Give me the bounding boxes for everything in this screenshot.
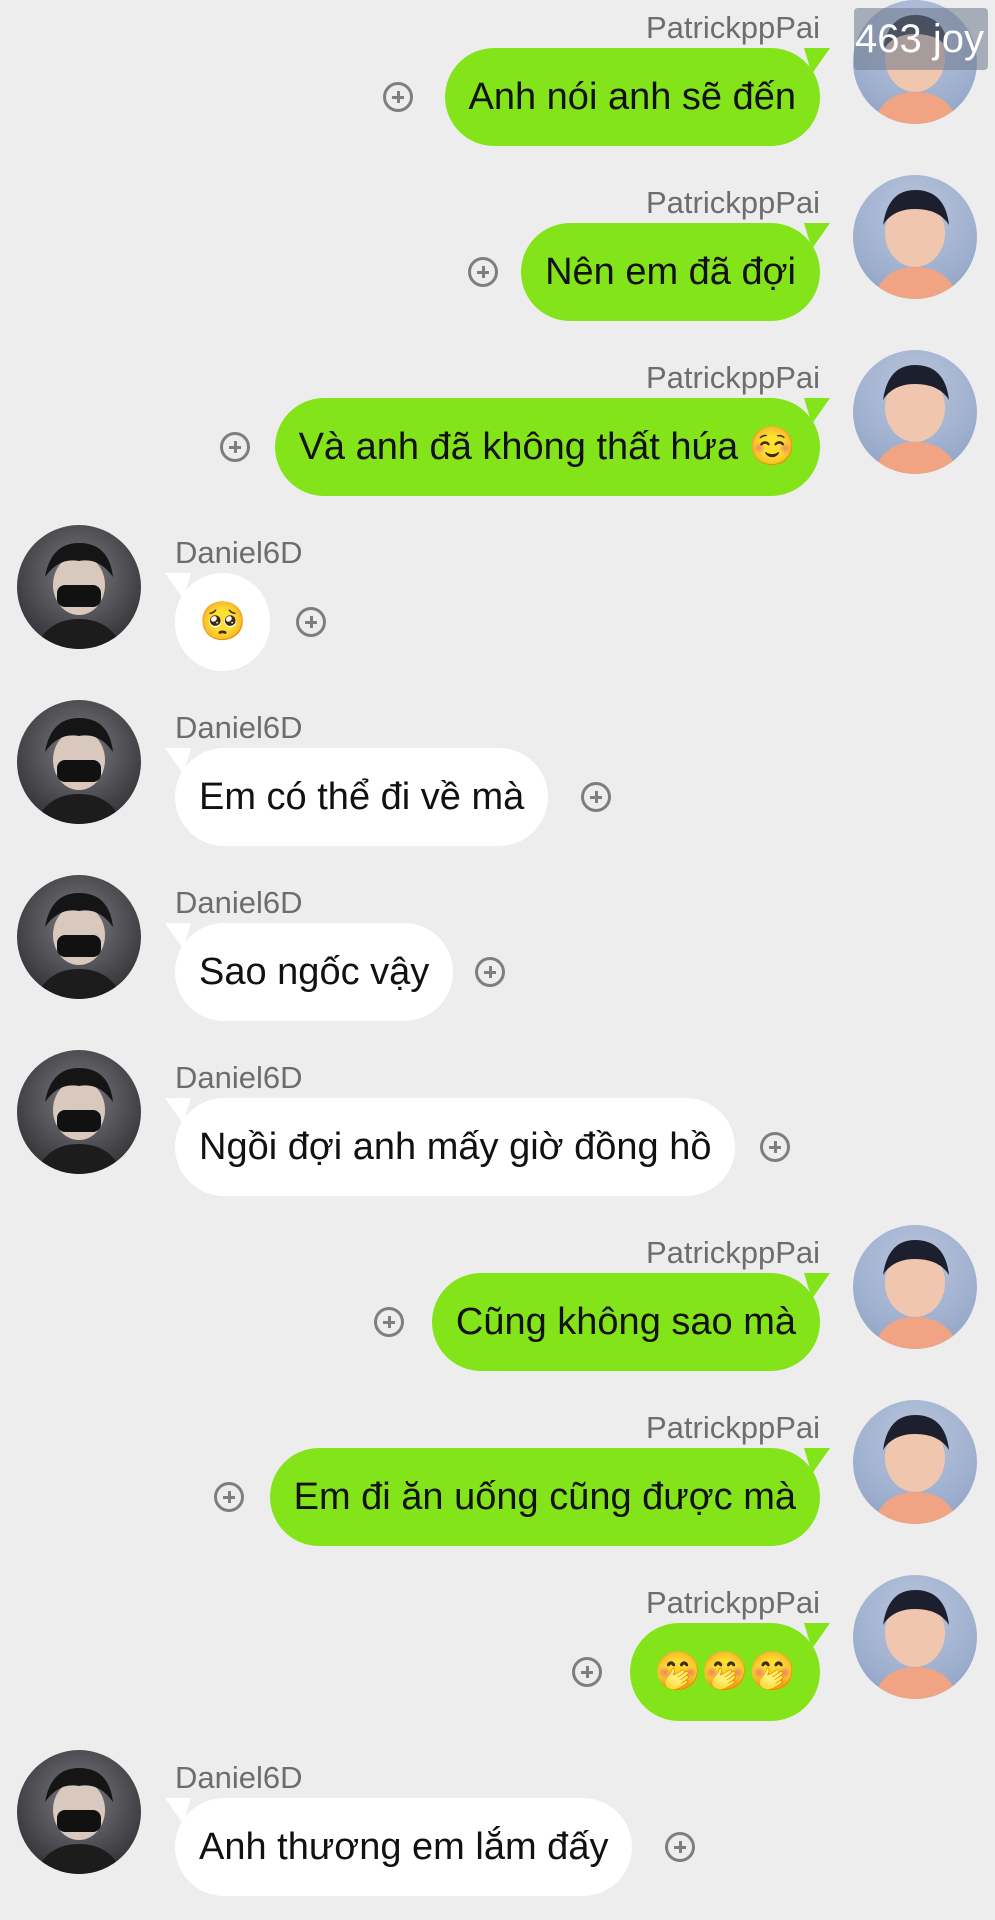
add-reaction-icon[interactable]: [214, 1482, 244, 1512]
message-row: PatrickppPai Cũng không sao mà: [0, 1225, 995, 1375]
avatar[interactable]: [17, 525, 141, 649]
sender-name: Daniel6D: [175, 710, 303, 745]
message-bubble[interactable]: 🥺: [175, 573, 271, 671]
avatar[interactable]: [853, 1225, 977, 1349]
avatar[interactable]: [853, 1400, 977, 1524]
view-count-badge: 463 joy: [854, 8, 988, 70]
message-row: Daniel6D 🥺: [0, 525, 995, 675]
message-bubble[interactable]: Và anh đã không thất hứa ☺️: [274, 398, 820, 496]
sender-name: PatrickppPai: [645, 185, 820, 220]
message-row: PatrickppPai Anh nói anh sẽ đến: [0, 0, 995, 150]
message-row: PatrickppPai Nên em đã đợi: [0, 175, 995, 325]
sender-name: PatrickppPai: [645, 1410, 820, 1445]
add-reaction-icon[interactable]: [220, 432, 250, 462]
message-bubble[interactable]: Cũng không sao mà: [431, 1273, 820, 1371]
avatar[interactable]: [17, 700, 141, 824]
avatar[interactable]: [17, 875, 141, 999]
sender-name: PatrickppPai: [645, 360, 820, 395]
sender-name: Daniel6D: [175, 535, 303, 570]
message-row: PatrickppPai 🤭🤭🤭: [0, 1575, 995, 1725]
add-reaction-icon[interactable]: [572, 1657, 602, 1687]
add-reaction-icon[interactable]: [374, 1307, 404, 1337]
message-bubble[interactable]: Em có thể đi về mà: [175, 748, 549, 846]
message-bubble[interactable]: Anh thương em lắm đấy: [175, 1798, 633, 1896]
message-bubble[interactable]: Nên em đã đợi: [521, 223, 820, 321]
avatar[interactable]: [853, 1575, 977, 1699]
avatar[interactable]: [17, 1050, 141, 1174]
sender-name: Daniel6D: [175, 885, 303, 920]
add-reaction-icon[interactable]: [581, 782, 611, 812]
avatar[interactable]: [853, 350, 977, 474]
avatar[interactable]: [17, 1750, 141, 1874]
sender-name: Daniel6D: [175, 1060, 303, 1095]
add-reaction-icon[interactable]: [665, 1832, 695, 1862]
add-reaction-icon[interactable]: [383, 82, 413, 112]
add-reaction-icon[interactable]: [296, 607, 326, 637]
add-reaction-icon[interactable]: [468, 257, 498, 287]
message-row: PatrickppPai Và anh đã không thất hứa ☺️: [0, 350, 995, 500]
sender-name: Daniel6D: [175, 1760, 303, 1795]
message-row: Daniel6D Anh thương em lắm đấy: [0, 1750, 995, 1900]
message-bubble[interactable]: Sao ngốc vậy: [175, 923, 454, 1021]
message-bubble[interactable]: Anh nói anh sẽ đến: [444, 48, 820, 146]
message-bubble[interactable]: Em đi ăn uống cũng được mà: [269, 1448, 820, 1546]
message-row: Daniel6D Em có thể đi về mà: [0, 700, 995, 850]
message-row: Daniel6D Ngồi đợi anh mấy giờ đồng hồ: [0, 1050, 995, 1200]
add-reaction-icon[interactable]: [760, 1132, 790, 1162]
message-row: Daniel6D Sao ngốc vậy: [0, 875, 995, 1025]
sender-name: PatrickppPai: [645, 1585, 820, 1620]
avatar[interactable]: [853, 175, 977, 299]
message-row: PatrickppPai Em đi ăn uống cũng được mà: [0, 1400, 995, 1550]
message-bubble[interactable]: 🤭🤭🤭: [630, 1623, 820, 1721]
sender-name: PatrickppPai: [645, 10, 820, 45]
add-reaction-icon[interactable]: [475, 957, 505, 987]
message-bubble[interactable]: Ngồi đợi anh mấy giờ đồng hồ: [175, 1098, 736, 1196]
sender-name: PatrickppPai: [645, 1235, 820, 1270]
